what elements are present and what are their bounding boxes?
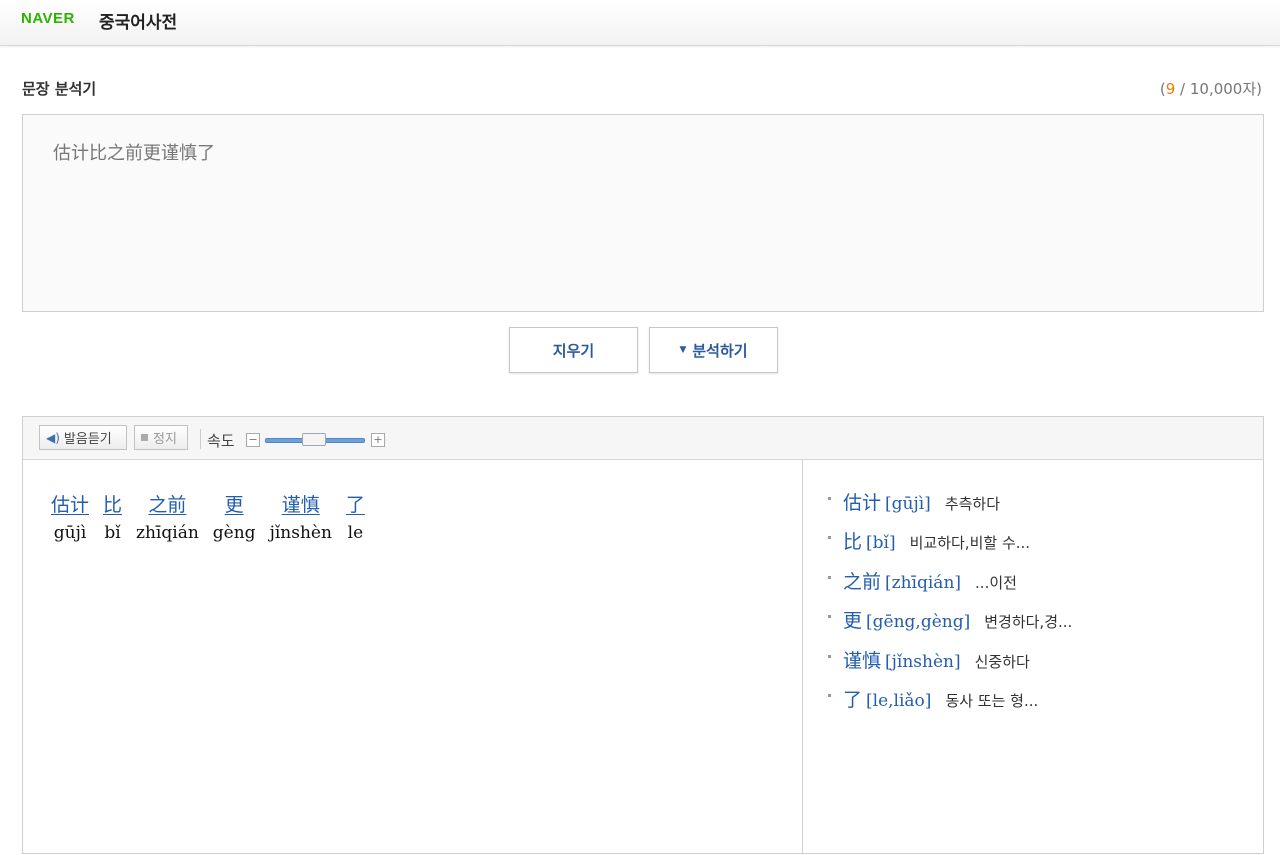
definition-pane: 估计 [gūjì] 추측하다 比 [bǐ] 비교하다,비할 수... 之前 [z… bbox=[804, 460, 1263, 853]
clear-button[interactable]: 지우기 bbox=[509, 327, 638, 373]
word-item: 了 le bbox=[346, 490, 365, 543]
definition-hanzi-link[interactable]: 更 bbox=[843, 606, 862, 633]
caret-down-icon: ▼ bbox=[679, 345, 687, 355]
char-count: (9 / 10,000자) bbox=[1160, 78, 1262, 99]
definition-meaning: 변경하다,경... bbox=[984, 613, 1073, 632]
word-breakdown-pane: 估计 gūjì 比 bǐ 之前 zhīqián 更 gèng 谨慎 jǐnshè… bbox=[23, 460, 803, 853]
char-count-current: 9 bbox=[1165, 80, 1176, 98]
definition-hanzi-link[interactable]: 之前 bbox=[843, 567, 881, 594]
char-count-limit: / 10,000자) bbox=[1175, 80, 1262, 98]
definition-hanzi-link[interactable]: 了 bbox=[843, 685, 862, 712]
definition-pinyin[interactable]: [jǐnshèn] bbox=[885, 652, 961, 672]
section-title: 문장 분석기 bbox=[22, 80, 97, 98]
definition-pinyin[interactable]: [gēng,gèng] bbox=[866, 612, 970, 632]
definition-hanzi-link[interactable]: 估计 bbox=[843, 488, 881, 515]
word-hanzi-link[interactable]: 之前 bbox=[148, 490, 186, 517]
speed-increase-button[interactable]: + bbox=[371, 433, 385, 447]
clear-button-label: 지우기 bbox=[552, 341, 595, 360]
definition-pinyin[interactable]: [bǐ] bbox=[866, 533, 896, 553]
definition-meaning: 추측하다 bbox=[944, 495, 1001, 513]
word-pinyin: le bbox=[347, 523, 364, 543]
word-item: 更 gèng bbox=[213, 490, 256, 543]
word-pinyin: jǐnshèn bbox=[269, 523, 332, 543]
word-item: 估计 gūjì bbox=[51, 490, 89, 543]
stop-button[interactable]: 정지 bbox=[134, 425, 188, 450]
listen-button[interactable]: ◀) 발음듣기 bbox=[39, 425, 127, 450]
sentence-input-text[interactable]: 估计比之前更谨慎了 bbox=[53, 139, 215, 165]
word-hanzi-link[interactable]: 比 bbox=[103, 490, 122, 517]
definition-item: 估计 [gūjì] 추측하다 bbox=[826, 488, 1072, 527]
analyze-button[interactable]: ▼ 분석하기 bbox=[649, 327, 778, 373]
speaker-icon: ◀) bbox=[46, 430, 60, 445]
definition-item: 谨慎 [jǐnshèn] 신중하다 bbox=[826, 646, 1072, 685]
definition-item: 更 [gēng,gèng] 변경하다,경... bbox=[826, 606, 1072, 645]
word-item: 谨慎 jǐnshèn bbox=[270, 490, 332, 543]
speed-decrease-button[interactable]: − bbox=[246, 433, 260, 447]
definition-pinyin[interactable]: [le,liǎo] bbox=[866, 691, 931, 711]
definition-item: 之前 [zhīqián] ...이전 bbox=[826, 567, 1072, 606]
definition-meaning: 동사 또는 형... bbox=[945, 691, 1039, 710]
word-pinyin: bǐ bbox=[104, 523, 121, 543]
word-hanzi-link[interactable]: 估计 bbox=[51, 490, 89, 517]
toolbar-divider bbox=[200, 429, 201, 449]
word-pinyin: zhīqián bbox=[136, 523, 199, 543]
header: NAVER 중국어사전 bbox=[0, 0, 1280, 46]
word-pinyin: gūjì bbox=[53, 523, 87, 543]
analyze-button-label: 분석하기 bbox=[692, 341, 748, 360]
listen-button-label: 발음듣기 bbox=[63, 432, 112, 447]
stop-icon bbox=[141, 434, 148, 441]
definition-pinyin[interactable]: [gūjì] bbox=[885, 494, 931, 514]
audio-toolbar: ◀) 발음듣기 정지 속도 − + bbox=[23, 417, 1263, 460]
speed-label: 속도 bbox=[207, 432, 235, 450]
naver-logo[interactable]: NAVER bbox=[21, 10, 75, 27]
speed-slider-thumb[interactable] bbox=[302, 433, 326, 446]
word-hanzi-link[interactable]: 了 bbox=[346, 490, 365, 517]
stop-button-label: 정지 bbox=[153, 432, 177, 447]
definition-pinyin[interactable]: [zhīqián] bbox=[885, 573, 961, 593]
definition-item: 比 [bǐ] 비교하다,비할 수... bbox=[826, 527, 1072, 566]
word-pinyin: gèng bbox=[212, 523, 256, 543]
word-hanzi-link[interactable]: 谨慎 bbox=[282, 490, 320, 517]
definition-hanzi-link[interactable]: 谨慎 bbox=[843, 646, 881, 673]
word-list: 估计 gūjì 比 bǐ 之前 zhīqián 更 gèng 谨慎 jǐnshè… bbox=[51, 490, 379, 543]
definition-meaning: 신중하다 bbox=[974, 652, 1030, 671]
sentence-input[interactable]: 估计比之前更谨慎了 bbox=[22, 114, 1264, 312]
dictionary-title[interactable]: 중국어사전 bbox=[99, 8, 177, 33]
definition-hanzi-link[interactable]: 比 bbox=[843, 527, 862, 554]
definition-item: 了 [le,liǎo] 동사 또는 형... bbox=[826, 685, 1072, 724]
word-item: 之前 zhīqián bbox=[136, 490, 199, 543]
definition-list: 估计 [gūjì] 추측하다 比 [bǐ] 비교하다,비할 수... 之前 [z… bbox=[826, 488, 1072, 724]
definition-meaning: ...이전 bbox=[975, 573, 1017, 592]
word-hanzi-link[interactable]: 更 bbox=[225, 490, 244, 517]
word-item: 比 bǐ bbox=[103, 490, 122, 543]
result-panel: ◀) 발음듣기 정지 속도 − + 估计 gūjì 比 bǐ 之前 zhīqiá… bbox=[22, 416, 1264, 854]
definition-meaning: 비교하다,비할 수... bbox=[909, 534, 1031, 553]
